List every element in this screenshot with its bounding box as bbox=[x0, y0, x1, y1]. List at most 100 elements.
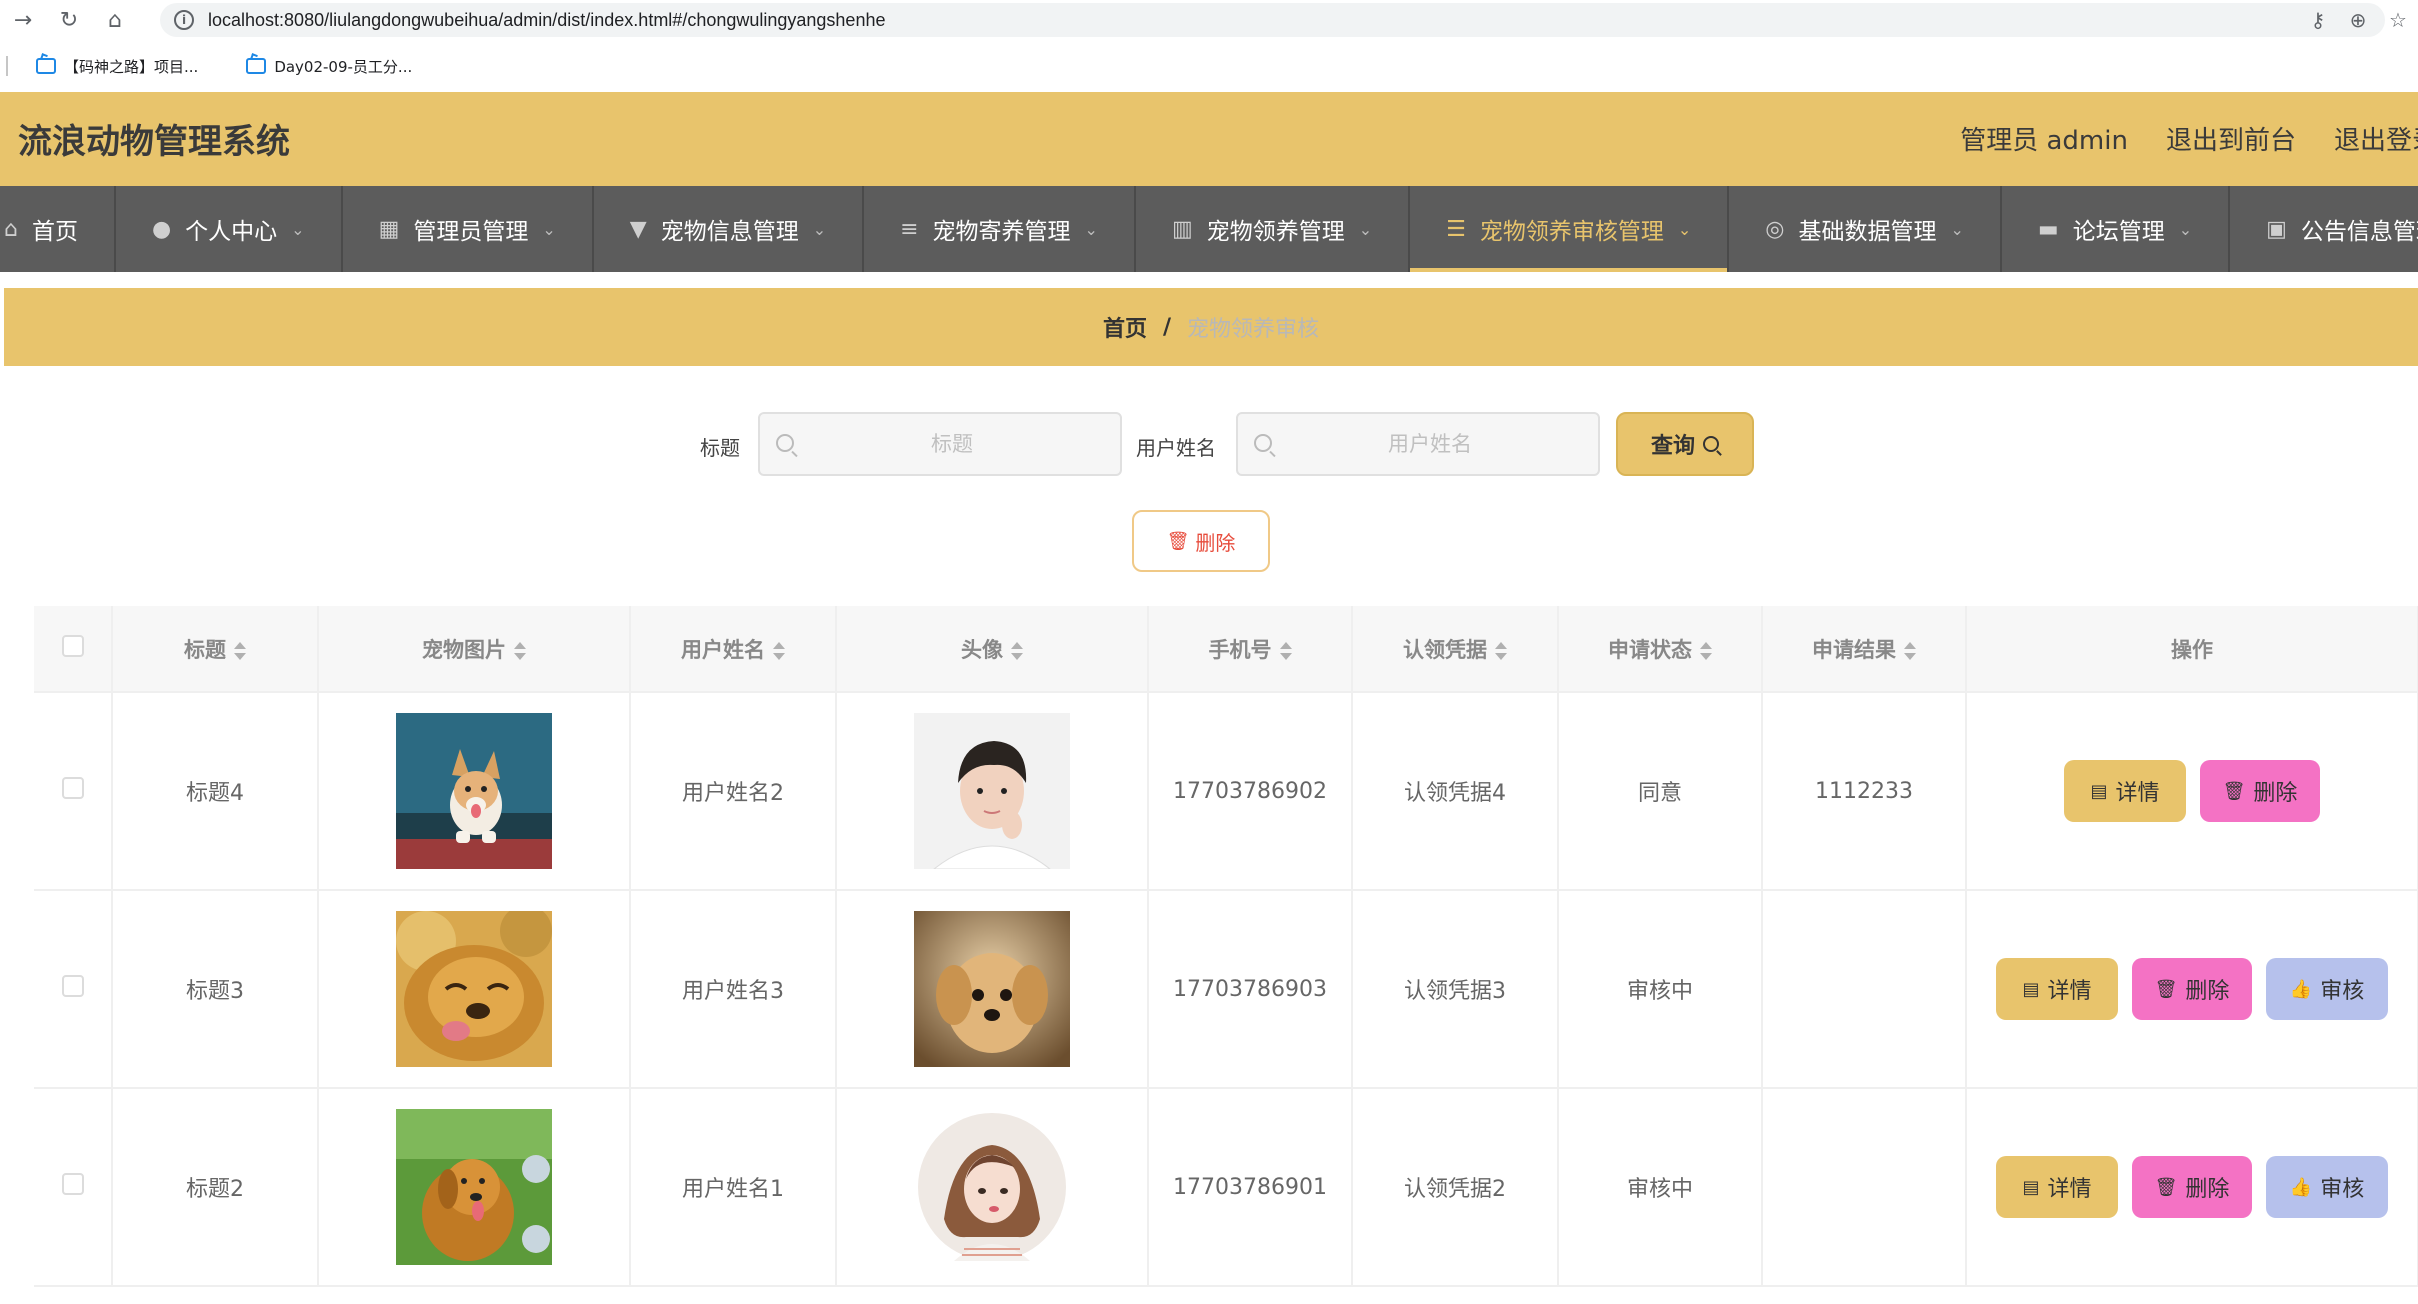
column-header-actions: 操作 bbox=[1966, 606, 2418, 693]
audit-button[interactable]: 👍 审核 bbox=[2266, 958, 2388, 1020]
delete-button[interactable]: 🗑 删除 bbox=[2132, 958, 2252, 1020]
username-search-input[interactable] bbox=[1238, 432, 1598, 456]
nav-item-7[interactable]: ☰ 宠物领养审核管理 ⌄ bbox=[1410, 186, 1730, 272]
bookmarks-bar: 【码神之路】项目... Day02-09-员工分... bbox=[0, 40, 2418, 92]
nav-item-3[interactable]: ▦ 管理员管理 ⌄ bbox=[343, 186, 594, 272]
nav-item-1[interactable]: ⌂ 首页 bbox=[0, 186, 116, 272]
sort-icon[interactable] bbox=[234, 641, 246, 661]
column-header-label: 用户姓名 bbox=[681, 637, 765, 662]
phone-cell: 17703786901 bbox=[1148, 1088, 1353, 1287]
home-browser-icon[interactable]: ⌂ bbox=[92, 0, 138, 40]
bookmark-item[interactable]: Day02-09-员工分... bbox=[246, 56, 412, 77]
nav-item-5[interactable]: ≡ 宠物寄养管理 ⌄ bbox=[864, 186, 1136, 272]
column-header-status[interactable]: 申请状态 bbox=[1558, 606, 1763, 693]
chevron-down-icon: ⌄ bbox=[1358, 219, 1373, 239]
sort-icon[interactable] bbox=[1011, 641, 1023, 661]
nav-item-8[interactable]: ◎ 基础数据管理 ⌄ bbox=[1729, 186, 2002, 272]
result-cell: 1112233 bbox=[1762, 692, 1967, 891]
sort-icon[interactable] bbox=[1279, 641, 1292, 661]
column-header-username[interactable]: 用户姓名 bbox=[630, 606, 837, 693]
trash-icon: 🗑 bbox=[2222, 780, 2246, 802]
nav-item-9[interactable]: ▬ 论坛管理 ⌄ bbox=[2002, 186, 2231, 272]
trash-icon: 🗑 bbox=[2154, 978, 2178, 1000]
avatar[interactable] bbox=[914, 911, 1070, 1067]
star-icon[interactable]: ☆ bbox=[2378, 8, 2418, 32]
title-search-field[interactable] bbox=[758, 412, 1122, 476]
nav-item-2[interactable]: ● 个人中心 ⌄ bbox=[116, 186, 343, 272]
chevron-down-icon: ⌄ bbox=[2178, 219, 2193, 239]
status-cell: 审核中 bbox=[1558, 1088, 1763, 1287]
nav-item-10[interactable]: ▣ 公告信息管理 bbox=[2230, 186, 2418, 272]
actions-cell: ▤ 详情 🗑 删除 bbox=[1966, 692, 2418, 891]
batch-delete-button[interactable]: 🗑 删除 bbox=[1132, 510, 1270, 572]
key-icon[interactable]: ⚷ bbox=[2298, 8, 2338, 32]
pet-image[interactable] bbox=[396, 713, 552, 869]
row-checkbox[interactable] bbox=[61, 975, 84, 997]
sliders-icon: ≡ bbox=[900, 216, 919, 242]
reload-icon[interactable]: ↻ bbox=[46, 0, 92, 40]
sort-icon[interactable] bbox=[1904, 641, 1916, 661]
avatar[interactable] bbox=[914, 1109, 1070, 1265]
actions-cell: ▤ 详情 🗑 删除 👍 审核 bbox=[1966, 890, 2418, 1089]
detail-button[interactable]: ▤ 详情 bbox=[1996, 958, 2118, 1020]
app-header: 流浪动物管理系统 管理员 admin 退出到前台 退出登录 bbox=[0, 92, 2418, 186]
address-bar[interactable]: i localhost:8080/liulangdongwubeihua/adm… bbox=[160, 3, 2385, 37]
query-button[interactable]: 查询 bbox=[1616, 412, 1754, 476]
column-header-avatar[interactable]: 头像 bbox=[836, 606, 1149, 693]
forward-icon[interactable]: → bbox=[0, 0, 46, 40]
zoom-icon[interactable]: ⊕ bbox=[2338, 8, 2378, 32]
sort-icon[interactable] bbox=[1700, 641, 1712, 661]
site-info-icon[interactable]: i bbox=[174, 10, 194, 30]
avatar[interactable] bbox=[914, 713, 1070, 870]
delete-button[interactable]: 🗑 删除 bbox=[2200, 760, 2320, 822]
delete-button[interactable]: 🗑 删除 bbox=[2132, 1156, 2252, 1218]
column-header-title[interactable]: 标题 bbox=[112, 606, 319, 693]
audit-button[interactable]: 👍 审核 bbox=[2266, 1156, 2388, 1218]
sort-icon[interactable] bbox=[773, 641, 785, 661]
row-checkbox[interactable] bbox=[61, 1173, 84, 1195]
table-header-row: 标题 宠物图片 用户姓名 头像 手机号 认领凭据 申请状态 申请结果 操作 bbox=[34, 606, 2418, 693]
grid-icon: ▦ bbox=[378, 216, 400, 242]
row-select-cell bbox=[34, 692, 113, 891]
title-search-label: 标题 bbox=[700, 436, 740, 460]
thumbs-up-icon: 👍 bbox=[2289, 978, 2313, 1000]
column-header-proof[interactable]: 认领凭据 bbox=[1352, 606, 1559, 693]
bookmark-label: Day02-09-员工分... bbox=[274, 57, 413, 76]
row-actions: ▤ 详情 🗑 删除 bbox=[1967, 760, 2417, 822]
detail-button[interactable]: ▤ 详情 bbox=[1996, 1156, 2118, 1218]
column-header-label: 申请状态 bbox=[1608, 637, 1692, 662]
column-header-pet-image[interactable]: 宠物图片 bbox=[318, 606, 631, 693]
action-label: 详情 bbox=[2047, 979, 2092, 1004]
pet-image[interactable] bbox=[396, 905, 552, 1067]
nav-item-label: 首页 bbox=[31, 219, 78, 245]
nav-item-4[interactable]: ▼ 宠物信息管理 ⌄ bbox=[594, 186, 865, 272]
sort-icon[interactable] bbox=[514, 641, 526, 661]
nav-item-label: 公告信息管理 bbox=[2300, 219, 2418, 245]
column-header-result[interactable]: 申请结果 bbox=[1762, 606, 1967, 693]
select-all-checkbox[interactable] bbox=[61, 635, 84, 657]
pet-image[interactable] bbox=[396, 1109, 552, 1265]
back-to-frontend-link[interactable]: 退出到前台 bbox=[2166, 120, 2296, 157]
breadcrumb-separator: / bbox=[1162, 314, 1172, 340]
url-text[interactable]: localhost:8080/liulangdongwubeihua/admin… bbox=[208, 10, 885, 31]
row-select-cell bbox=[34, 1088, 113, 1287]
row-checkbox[interactable] bbox=[61, 777, 84, 799]
column-header-phone[interactable]: 手机号 bbox=[1148, 606, 1353, 693]
avatar-cell bbox=[836, 692, 1149, 891]
title-search-input[interactable] bbox=[760, 432, 1120, 456]
breadcrumb: 首页 / 宠物领养审核 bbox=[4, 288, 2418, 366]
detail-button[interactable]: ▤ 详情 bbox=[2064, 760, 2186, 822]
nav-item-6[interactable]: ▥ 宠物领养管理 ⌄ bbox=[1136, 186, 1411, 272]
logout-link[interactable]: 退出登录 bbox=[2334, 120, 2418, 157]
sort-icon[interactable] bbox=[1495, 641, 1507, 661]
column-header-label: 标题 bbox=[184, 637, 226, 662]
chevron-down-icon: ⌄ bbox=[812, 219, 827, 239]
pet-image-cell bbox=[318, 890, 631, 1089]
action-label: 删除 bbox=[2185, 979, 2230, 1004]
tv-icon bbox=[246, 58, 267, 74]
breadcrumb-home[interactable]: 首页 bbox=[1103, 311, 1147, 343]
username-search-field[interactable] bbox=[1236, 412, 1600, 476]
actions-cell: ▤ 详情 🗑 删除 👍 审核 bbox=[1966, 1088, 2418, 1287]
chevron-down-icon: ⌄ bbox=[1084, 219, 1098, 239]
bookmark-item[interactable]: 【码神之路】项目... bbox=[36, 56, 198, 77]
